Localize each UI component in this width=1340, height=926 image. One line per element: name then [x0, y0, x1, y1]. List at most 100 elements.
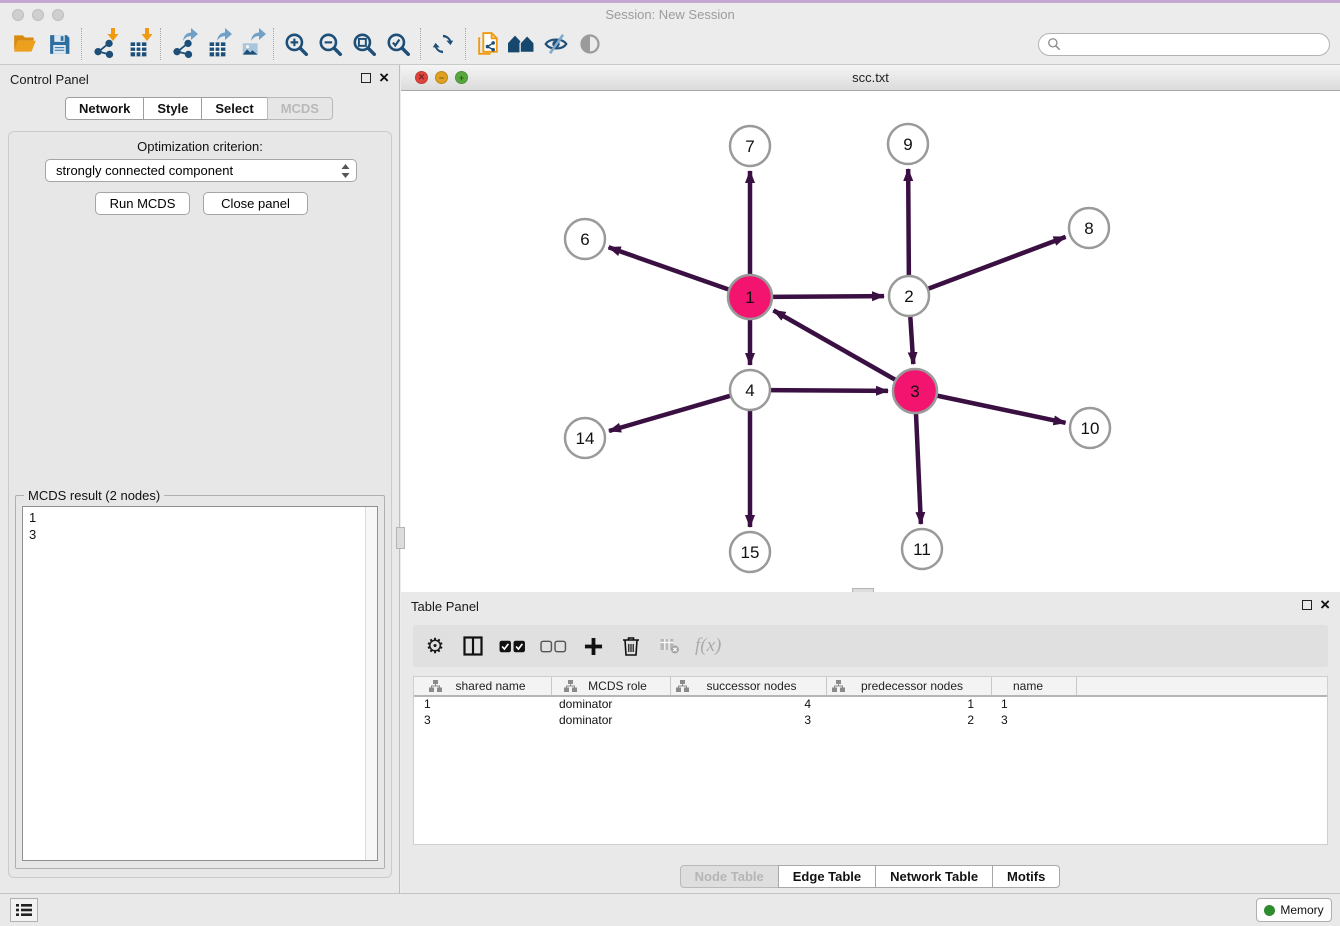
tab-network[interactable]: Network — [65, 97, 144, 120]
graph-node-8[interactable]: 8 — [1069, 208, 1109, 248]
column-header-mcds-role[interactable]: MCDS role — [552, 677, 671, 695]
graph-edge-2-9[interactable] — [908, 169, 909, 278]
graph-node-2[interactable]: 2 — [889, 276, 929, 316]
graph-node-10[interactable]: 10 — [1070, 408, 1110, 448]
cell-predecessor-nodes: 1 — [827, 697, 992, 713]
graph-node-4[interactable]: 4 — [730, 370, 770, 410]
graph-node-15[interactable]: 15 — [730, 532, 770, 572]
search-field[interactable] — [1038, 33, 1330, 56]
delete-table-button[interactable] — [657, 633, 681, 659]
status-bar: Memory — [0, 893, 1340, 926]
column-header-shared-name[interactable]: shared name — [414, 677, 552, 695]
unselect-all-button[interactable] — [540, 633, 567, 659]
graph-edge-2-3[interactable] — [910, 314, 913, 364]
float-panel-icon[interactable] — [1302, 600, 1312, 610]
function-builder-button[interactable]: f(x) — [695, 633, 721, 659]
tab-node-table[interactable]: Node Table — [680, 865, 779, 888]
graph-node-14[interactable]: 14 — [565, 418, 605, 458]
graph-node-label: 2 — [904, 287, 913, 306]
zoom-out-button[interactable] — [313, 28, 347, 60]
show-all-button[interactable] — [573, 28, 607, 60]
graph-node-label: 4 — [745, 381, 754, 400]
network-graph[interactable]: 7 9 6 8 1 2 4 3 14 10 15 11 — [401, 91, 1338, 592]
graph-node-label: 1 — [745, 288, 754, 307]
memory-button[interactable]: Memory — [1256, 898, 1332, 922]
graph-node-label: 7 — [745, 137, 754, 156]
tab-style[interactable]: Style — [143, 97, 202, 120]
mcds-result-textarea[interactable]: 1 3 — [22, 506, 378, 861]
export-network-button[interactable] — [166, 28, 200, 60]
graph-edge-2-8[interactable] — [926, 237, 1066, 290]
column-header-predecessor-nodes[interactable]: predecessor nodes — [827, 677, 992, 695]
float-panel-icon[interactable] — [361, 73, 371, 83]
graph-edge-4-3[interactable] — [768, 390, 888, 391]
main-toolbar — [0, 24, 1340, 65]
delete-table-icon — [659, 638, 680, 654]
tab-motifs[interactable]: Motifs — [992, 865, 1060, 888]
tab-network-table[interactable]: Network Table — [875, 865, 993, 888]
table-row[interactable]: 3 dominator 3 2 3 — [414, 713, 1327, 729]
column-header-successor-nodes[interactable]: successor nodes — [671, 677, 827, 695]
graph-edge-3-1[interactable] — [773, 310, 897, 381]
cell-shared-name: 3 — [414, 713, 552, 729]
close-panel-button[interactable]: Close panel — [203, 192, 308, 215]
zoom-in-button[interactable] — [279, 28, 313, 60]
apply-layout-button[interactable] — [426, 28, 460, 60]
zoom-fit-button[interactable] — [347, 28, 381, 60]
table-grid-icon — [207, 38, 228, 59]
close-panel-icon[interactable]: × — [379, 73, 389, 83]
trash-icon — [622, 636, 640, 656]
graph-edge-3-10[interactable] — [935, 395, 1066, 423]
cell-mcds-role: dominator — [552, 713, 671, 729]
table-row[interactable]: 1 dominator 4 1 1 — [414, 697, 1327, 713]
new-network-document-icon — [475, 31, 502, 58]
mcds-result-lines: 1 3 — [23, 507, 377, 545]
network-canvas[interactable]: 7 9 6 8 1 2 4 3 14 10 15 11 — [401, 91, 1340, 592]
export-arrow-icon — [217, 28, 232, 41]
splitter-handle-vertical[interactable] — [396, 527, 405, 549]
graph-node-1[interactable]: 1 — [728, 275, 772, 319]
search-input[interactable] — [1061, 37, 1321, 51]
tab-mcds[interactable]: MCDS — [267, 97, 333, 120]
select-all-button[interactable] — [499, 633, 526, 659]
refresh-icon — [431, 32, 455, 56]
add-column-button[interactable] — [581, 633, 605, 659]
graph-edge-1-6[interactable] — [609, 247, 732, 290]
column-header-name[interactable]: name — [992, 677, 1077, 695]
graph-node-11[interactable]: 11 — [902, 529, 942, 569]
tab-edge-table[interactable]: Edge Table — [778, 865, 876, 888]
control-panel-header: Control Panel × — [0, 65, 399, 95]
hide-selected-button[interactable] — [539, 28, 573, 60]
save-session-button[interactable] — [42, 28, 76, 60]
image-icon — [241, 38, 262, 59]
run-mcds-button[interactable]: Run MCDS — [95, 192, 190, 215]
network-window-titlebar[interactable]: ✕ − + scc.txt — [401, 65, 1340, 91]
zoom-selected-button[interactable] — [381, 28, 415, 60]
export-table-button[interactable] — [200, 28, 234, 60]
task-history-button[interactable] — [10, 898, 38, 922]
graph-edge-1-2[interactable] — [770, 296, 884, 297]
graph-node-label: 15 — [741, 543, 760, 562]
graph-node-6[interactable]: 6 — [565, 219, 605, 259]
graph-edge-3-11[interactable] — [916, 411, 921, 524]
show-columns-button[interactable] — [461, 633, 485, 659]
cell-successor-nodes: 3 — [671, 713, 827, 729]
first-neighbors-button[interactable] — [505, 28, 539, 60]
tab-select[interactable]: Select — [201, 97, 267, 120]
close-panel-icon[interactable]: × — [1320, 600, 1330, 610]
graph-node-7[interactable]: 7 — [730, 126, 770, 166]
scrollbar[interactable] — [365, 507, 377, 860]
table-settings-button[interactable]: ⚙ — [423, 633, 447, 659]
graph-edge-4-14[interactable] — [609, 395, 733, 431]
open-folder-icon — [12, 31, 38, 57]
import-table-button[interactable] — [121, 28, 155, 60]
new-network-from-selection-button[interactable] — [471, 28, 505, 60]
delete-column-button[interactable] — [619, 633, 643, 659]
toolbar-separator — [465, 28, 466, 60]
import-network-button[interactable] — [87, 28, 121, 60]
export-image-button[interactable] — [234, 28, 268, 60]
optimization-criterion-select[interactable]: strongly connected component — [45, 159, 357, 182]
graph-node-3[interactable]: 3 — [893, 369, 937, 413]
graph-node-9[interactable]: 9 — [888, 124, 928, 164]
open-session-button[interactable] — [8, 28, 42, 60]
